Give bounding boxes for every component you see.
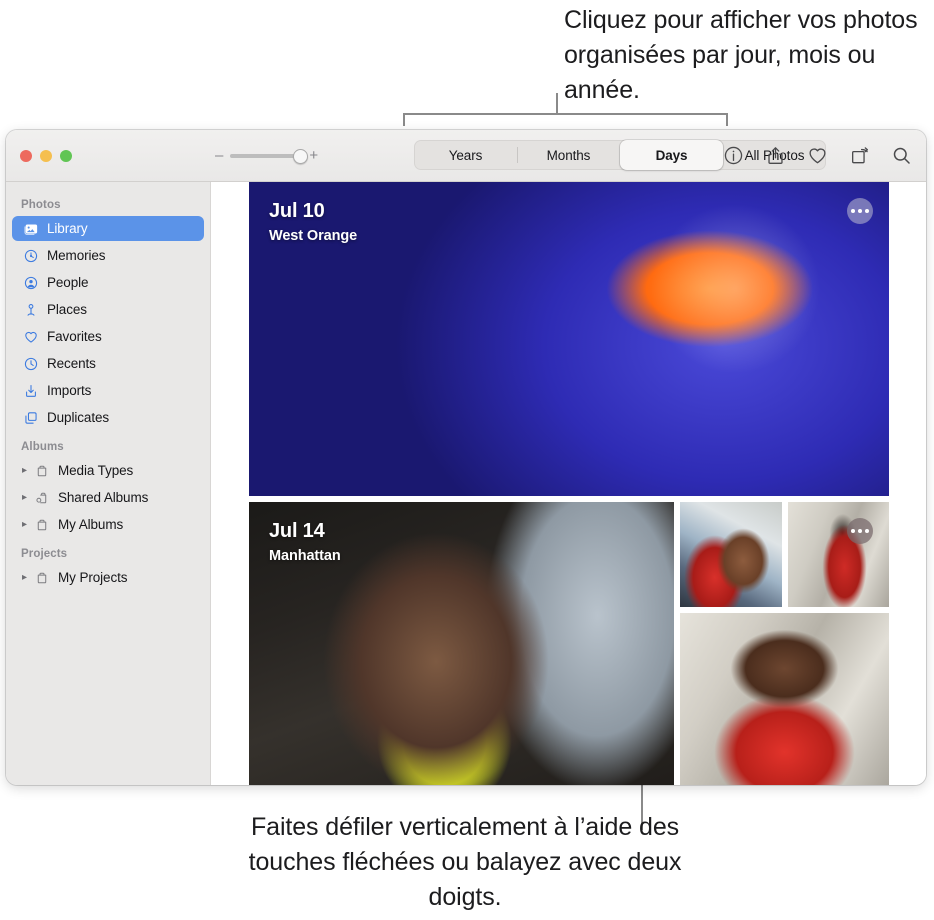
sidebar-item-my-albums[interactable]: ▸ My Albums <box>12 512 204 537</box>
day-group-location: West Orange <box>269 228 357 244</box>
callout-top-text: Cliquez pour afficher vos photos organis… <box>564 3 932 108</box>
chevron-right-icon[interactable]: ▸ <box>19 573 30 583</box>
share-icon[interactable] <box>765 145 786 166</box>
sidebar-item-label: Places <box>47 302 87 317</box>
tab-months[interactable]: Months <box>517 140 620 170</box>
sidebar-header-albums: Albums <box>6 432 210 458</box>
photo-hand[interactable] <box>680 502 782 607</box>
photo-fishbowl[interactable]: Jul 10 West Orange <box>249 182 889 496</box>
window-toolbar: – + Years Months Days All Photos <box>6 130 926 182</box>
sidebar-item-label: Media Types <box>58 463 133 478</box>
imports-icon <box>22 382 39 399</box>
sidebar-item-people[interactable]: People <box>12 270 204 295</box>
sidebar-item-library[interactable]: Library <box>12 216 204 241</box>
close-button[interactable] <box>20 150 32 162</box>
clock-icon <box>22 355 39 372</box>
callout-top-bracket-right-tick <box>726 113 728 126</box>
sidebar-item-media-types[interactable]: ▸ Media Types <box>12 458 204 483</box>
sidebar-item-label: Shared Albums <box>58 490 148 505</box>
toolbar-actions <box>723 130 912 181</box>
sidebar-item-label: Favorites <box>47 329 102 344</box>
day-group-location: Manhattan <box>269 548 341 564</box>
shared-album-icon <box>33 489 50 506</box>
sidebar-header-projects: Projects <box>6 539 210 565</box>
minimize-button[interactable] <box>40 150 52 162</box>
day-group-caption: Jul 14 Manhattan <box>269 520 341 564</box>
sidebar-item-label: People <box>47 275 88 290</box>
sidebar-item-label: Duplicates <box>47 410 109 425</box>
sidebar-item-duplicates[interactable]: Duplicates <box>12 405 204 430</box>
people-icon <box>22 274 39 291</box>
photo-wall[interactable] <box>788 502 890 607</box>
photo-street[interactable]: Jul 14 Manhattan <box>249 502 674 785</box>
chevron-right-icon[interactable]: ▸ <box>19 520 30 530</box>
day-group-jul-14: Jul 14 Manhattan <box>249 502 889 785</box>
photo-grid-area[interactable]: Jul 10 West Orange Jul 14 <box>211 182 926 785</box>
sidebar-item-places[interactable]: Places <box>12 297 204 322</box>
sidebar-item-shared-albums[interactable]: ▸ Shared Albums <box>12 485 204 510</box>
heart-icon <box>22 328 39 345</box>
sidebar: Photos Library <box>6 182 211 785</box>
chevron-right-icon[interactable]: ▸ <box>19 466 30 476</box>
photo-portrait-red[interactable] <box>680 613 889 785</box>
photo-subgrid-top-row <box>680 502 889 607</box>
rotate-icon[interactable] <box>849 145 870 166</box>
zoom-button[interactable] <box>60 150 72 162</box>
album-icon <box>33 516 50 533</box>
thumbnail-size-slider[interactable]: – + <box>215 148 318 163</box>
tab-days[interactable]: Days <box>620 140 723 170</box>
heart-icon[interactable] <box>807 145 828 166</box>
zoom-in-icon[interactable]: + <box>309 148 318 163</box>
day-group-date: Jul 14 <box>269 520 341 543</box>
chevron-right-icon[interactable]: ▸ <box>19 493 30 503</box>
slider-track[interactable] <box>230 154 302 158</box>
callout-bottom-text: Faites défiler verticalement à l’aide de… <box>230 810 700 915</box>
zoom-out-icon[interactable]: – <box>215 148 223 163</box>
more-options-button[interactable] <box>847 518 873 544</box>
sidebar-item-label: Library <box>47 221 88 236</box>
callout-top-bracket-left-tick <box>403 113 405 126</box>
tab-years[interactable]: Years <box>414 140 517 170</box>
sidebar-item-my-projects[interactable]: ▸ My Projects <box>12 565 204 590</box>
day-group-jul-10: Jul 10 West Orange <box>249 182 889 496</box>
window-body: Photos Library <box>6 182 926 785</box>
sidebar-header-photos: Photos <box>6 190 210 216</box>
window-controls <box>6 150 84 162</box>
screenshot-stage: Cliquez pour afficher vos photos organis… <box>0 0 934 920</box>
library-icon <box>22 220 39 237</box>
memories-icon <box>22 247 39 264</box>
sidebar-item-imports[interactable]: Imports <box>12 378 204 403</box>
photo-grid: Jul 10 West Orange Jul 14 <box>249 182 889 785</box>
sidebar-item-label: Recents <box>47 356 96 371</box>
places-icon <box>22 301 39 318</box>
sidebar-item-label: My Albums <box>58 517 123 532</box>
callout-top-bracket-stem <box>556 93 558 114</box>
more-options-button[interactable] <box>847 198 873 224</box>
duplicates-icon <box>22 409 39 426</box>
album-icon <box>33 569 50 586</box>
search-icon[interactable] <box>891 145 912 166</box>
photos-app-window: – + Years Months Days All Photos <box>6 130 926 785</box>
sidebar-item-favorites[interactable]: Favorites <box>12 324 204 349</box>
day-group-date: Jul 10 <box>269 200 357 223</box>
sidebar-item-recents[interactable]: Recents <box>12 351 204 376</box>
callout-top-bracket-horizontal <box>403 113 728 115</box>
info-icon[interactable] <box>723 145 744 166</box>
sidebar-item-memories[interactable]: Memories <box>12 243 204 268</box>
photo-subgrid-bottom-row <box>680 613 889 785</box>
photo-subgrid <box>680 502 889 785</box>
day-group-caption: Jul 10 West Orange <box>269 200 357 244</box>
slider-knob[interactable] <box>293 149 308 164</box>
sidebar-item-label: Memories <box>47 248 105 263</box>
sidebar-item-label: My Projects <box>58 570 127 585</box>
album-icon <box>33 462 50 479</box>
sidebar-item-label: Imports <box>47 383 91 398</box>
